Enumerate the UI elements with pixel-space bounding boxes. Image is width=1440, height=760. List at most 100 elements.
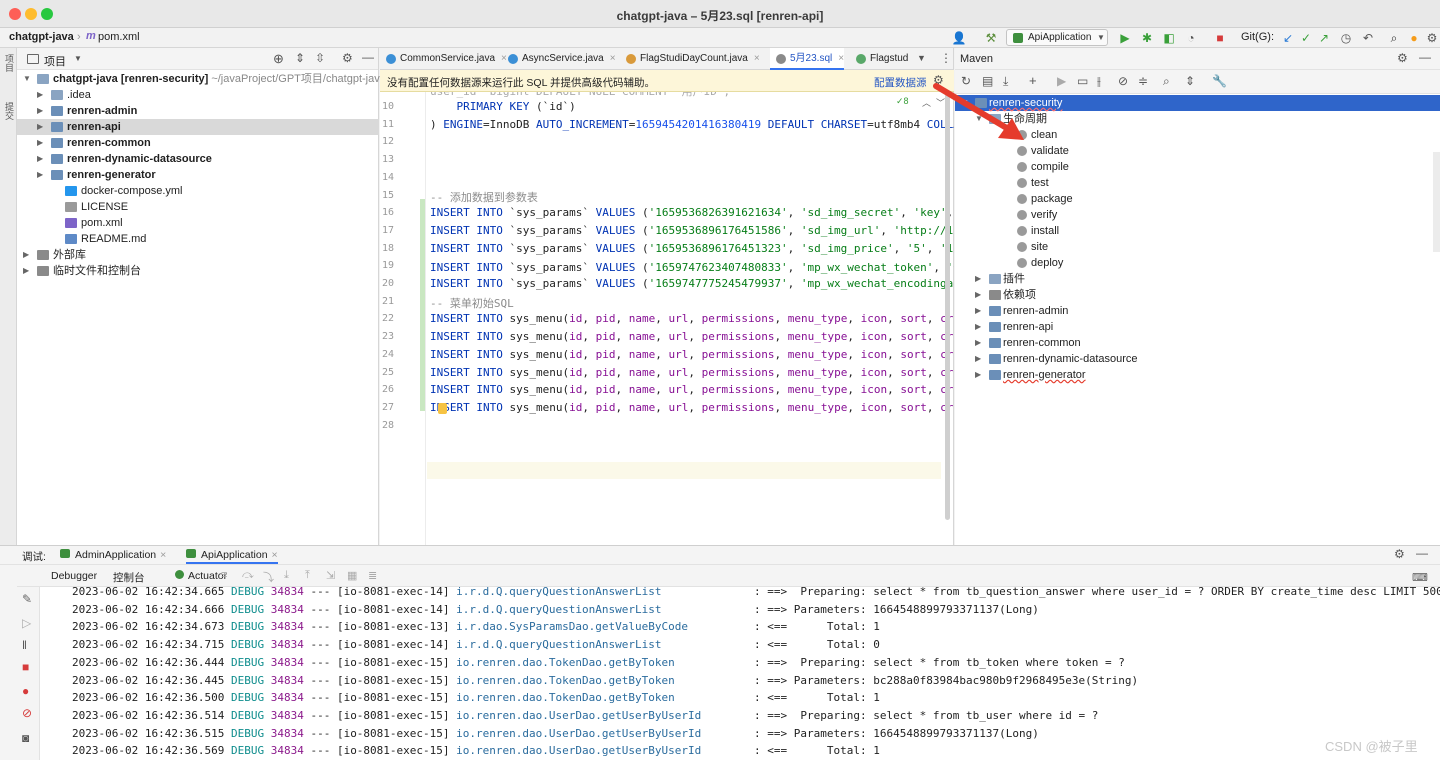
git-commit-icon[interactable]: ✓ xyxy=(1298,30,1314,46)
close-tab-icon[interactable]: × xyxy=(838,53,844,64)
search-icon[interactable]: ⌕ xyxy=(1386,30,1402,46)
editor-tab[interactable]: 5月23.sql × xyxy=(770,48,845,70)
close-tab-icon[interactable]: × xyxy=(272,549,278,561)
maven-tree-item[interactable]: ▶ renren-admin xyxy=(955,303,1440,319)
debug-step-icon[interactable]: ⤵ xyxy=(263,569,274,585)
stop-icon[interactable]: ■ xyxy=(1212,30,1228,46)
chevron-right-icon[interactable]: ▶ xyxy=(37,135,43,151)
skip-tests-icon[interactable]: ⊘ xyxy=(1118,74,1128,88)
debug-tab[interactable]: Debugger xyxy=(51,570,97,582)
chevron-right-icon[interactable]: ▶ xyxy=(975,319,981,335)
gear-icon[interactable]: ⚙ xyxy=(1394,547,1405,561)
tree-item[interactable]: ▶ 外部库 xyxy=(17,247,379,263)
git-push-icon[interactable]: ↗ xyxy=(1316,30,1332,46)
chevron-right-icon[interactable]: ▶ xyxy=(37,167,43,183)
tree-item[interactable]: docker-compose.yml xyxy=(17,183,379,199)
chevron-right-icon[interactable]: ▶ xyxy=(37,87,43,103)
expand-all-icon[interactable]: ⇕ xyxy=(295,51,305,65)
chevron-right-icon[interactable]: ▶ xyxy=(975,271,981,287)
debug-step-icon[interactable]: ⤒ xyxy=(305,569,310,582)
run-icon[interactable]: ▶ xyxy=(1117,30,1133,46)
update-icon[interactable]: ● xyxy=(1406,30,1422,46)
resume-icon[interactable]: ▷ xyxy=(22,616,31,630)
more-options-icon[interactable]: ⋮ xyxy=(940,51,952,65)
debug-step-icon[interactable]: ▦ xyxy=(347,569,357,582)
debug-session-tab[interactable]: ApiApplication × xyxy=(186,549,278,564)
tree-item[interactable]: ▼ chatgpt-java [renren-security] ~/javaPr… xyxy=(17,71,380,87)
mute-breakpoints-icon[interactable]: ⊘ xyxy=(22,706,32,720)
layout-icon[interactable]: ⌨ xyxy=(1412,571,1428,584)
tree-item[interactable]: ▶ .idea xyxy=(17,87,379,103)
close-tab-icon[interactable]: × xyxy=(610,53,616,64)
build-hammer-icon[interactable]: ⚒ xyxy=(983,30,999,46)
camera-icon[interactable]: ◙ xyxy=(22,731,29,745)
chevron-down-icon[interactable]: ▼ xyxy=(74,54,82,63)
hide-panel-icon[interactable]: — xyxy=(362,50,374,64)
maven-tree-item[interactable]: ▶ renren-api xyxy=(955,319,1440,335)
inspection-widget[interactable]: ✓8 xyxy=(896,96,909,107)
editor-tab[interactable]: AsyncService.java × xyxy=(502,48,616,70)
debug-tab[interactable]: Actuator xyxy=(175,570,227,582)
tree-item[interactable]: README.md xyxy=(17,231,379,247)
maven-tree-item[interactable]: ▶ renren-dynamic-datasource xyxy=(955,351,1440,367)
chevron-right-icon[interactable]: ▶ xyxy=(975,287,981,303)
tool-window-project[interactable]: 项目 xyxy=(3,54,16,72)
run-config-icon[interactable]: ▭ xyxy=(1077,74,1088,88)
hide-panel-icon[interactable]: — xyxy=(1416,546,1428,560)
close-tab-icon[interactable]: × xyxy=(160,549,166,561)
maven-tree-item[interactable]: ▶ renren-common xyxy=(955,335,1440,351)
maven-tree-item[interactable]: ▶ renren-generator xyxy=(955,367,1440,383)
maven-tree-item[interactable]: ▶ 插件 xyxy=(955,271,1440,287)
locate-icon[interactable]: ⊕ xyxy=(273,51,284,67)
editor-tab[interactable]: FlagStudiDayCount.java × xyxy=(620,48,760,70)
breadcrumb-project[interactable]: chatgpt-java xyxy=(9,31,74,43)
tree-item[interactable]: ▶ renren-api xyxy=(17,119,379,135)
maven-tree-item[interactable]: test xyxy=(955,175,1440,191)
console-output[interactable]: 2023-06-02 16:42:34.665 DEBUG 34834 --- … xyxy=(40,587,1440,760)
tree-item[interactable]: ▶ renren-admin xyxy=(17,103,379,119)
wrench-icon[interactable]: 🔧 xyxy=(1212,74,1227,88)
chevron-right-icon[interactable]: ▶ xyxy=(23,247,29,263)
close-tab-icon[interactable]: × xyxy=(754,53,760,64)
hide-panel-icon[interactable]: — xyxy=(1419,50,1431,64)
toggle-parallel-icon[interactable]: ⫲ xyxy=(1097,74,1101,89)
maven-tree-item[interactable]: package xyxy=(955,191,1440,207)
maven-tree-item[interactable]: compile xyxy=(955,159,1440,175)
maven-tree-item[interactable]: site xyxy=(955,239,1440,255)
coverage-icon[interactable]: ◧ xyxy=(1161,30,1177,46)
chevron-down-icon[interactable]: ▼ xyxy=(23,71,31,87)
tree-item[interactable]: LICENSE xyxy=(17,199,379,215)
debug-step-icon[interactable]: ⇲ xyxy=(326,569,335,582)
run-icon[interactable]: ▶ xyxy=(1057,74,1066,88)
maven-tree-item[interactable]: deploy xyxy=(955,255,1440,271)
view-breakpoints-icon[interactable]: ● xyxy=(22,684,29,698)
debug-bug-icon[interactable]: ✱ xyxy=(1139,30,1155,46)
tree-item[interactable]: ▶ renren-dynamic-datasource xyxy=(17,151,379,167)
tab-overflow-icon[interactable]: ▼ xyxy=(917,53,926,63)
chevron-right-icon[interactable]: ▶ xyxy=(975,335,981,351)
git-update-icon[interactable]: ↙ xyxy=(1280,30,1296,46)
stop-icon[interactable]: ■ xyxy=(22,660,29,674)
vertical-scrollbar[interactable] xyxy=(945,92,950,520)
maven-tree-item[interactable]: ▶ 依赖项 xyxy=(955,287,1440,303)
tree-item[interactable]: pom.xml xyxy=(17,215,379,231)
chevron-right-icon[interactable]: ▶ xyxy=(37,151,43,167)
pause-icon[interactable]: ‖ xyxy=(22,638,27,652)
tree-item[interactable]: ▶ 临时文件和控制台 xyxy=(17,263,379,279)
debug-session-tab[interactable]: AdminApplication × xyxy=(60,549,166,561)
wrench-icon[interactable]: ✎ xyxy=(22,592,32,606)
debug-step-icon[interactable]: ≡ xyxy=(221,569,227,581)
user-icon[interactable]: 👤 xyxy=(951,30,967,46)
tree-item[interactable]: ▶ renren-generator xyxy=(17,167,379,183)
code-area[interactable]: user_id bigint DEFAULT NULL COMMENT 用户ID… xyxy=(380,92,954,545)
project-panel-title[interactable]: 项目 xyxy=(44,53,66,69)
gear-icon[interactable]: ⚙ xyxy=(342,51,353,65)
collapse-icon[interactable]: ≑ xyxy=(1138,74,1148,88)
debug-step-icon[interactable]: ⤓ xyxy=(284,569,289,582)
tool-window-commit[interactable]: 提交 xyxy=(3,102,16,120)
run-config-select[interactable]: ApiApplication ▼ xyxy=(1006,29,1108,46)
configure-datasource-link[interactable]: 配置数据源 xyxy=(874,75,927,90)
rollback-icon[interactable]: ↶ xyxy=(1360,30,1376,46)
chevron-right-icon[interactable]: ▶ xyxy=(23,263,29,279)
maven-tree-item[interactable]: install xyxy=(955,223,1440,239)
